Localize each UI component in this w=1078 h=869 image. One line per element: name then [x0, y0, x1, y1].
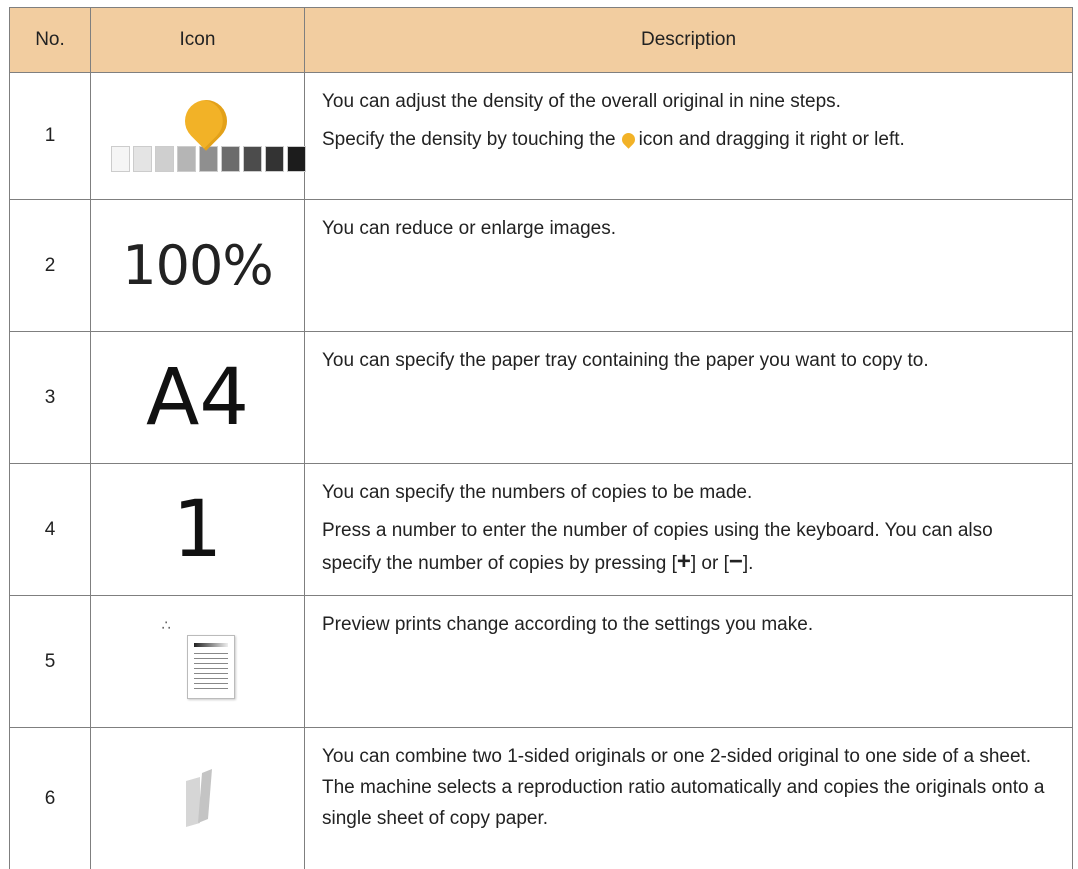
row-description-part: ] or [ — [691, 553, 729, 574]
row-description: Preview prints change according to the s… — [322, 609, 1056, 640]
header-description: Description — [305, 8, 1073, 73]
table-row: 3 A4 You can specify the paper tray cont… — [10, 332, 1073, 464]
row-description: You can specify the numbers of copies to… — [322, 477, 1056, 508]
plus-icon: + — [677, 548, 691, 575]
table-row: 2 100% You can reduce or enlarge images. — [10, 200, 1073, 332]
row-description-part: ]. — [743, 553, 754, 574]
table-row: 6 You can combine two 1-sided originals … — [10, 728, 1073, 869]
density-step — [287, 146, 306, 172]
row-number: 4 — [10, 464, 91, 596]
density-step — [199, 146, 218, 172]
row-number: 3 — [10, 332, 91, 464]
density-pin-icon — [619, 130, 637, 148]
density-step — [221, 146, 240, 172]
zoom-ratio-icon: 100% — [122, 234, 272, 297]
density-step — [133, 146, 152, 172]
density-step — [265, 146, 284, 172]
density-step — [177, 146, 196, 172]
paper-size-icon: A4 — [146, 353, 249, 443]
preview-icon: ∴ — [143, 617, 253, 707]
density-pin-icon — [176, 91, 235, 150]
row-description: You can specify the paper tray containin… — [322, 345, 1056, 376]
density-step — [155, 146, 174, 172]
header-no: No. — [10, 8, 91, 73]
row-description-part: Specify the density by touching the — [322, 129, 616, 150]
row-description: You can combine two 1-sided originals or… — [322, 741, 1056, 834]
copy-count-icon: 1 — [173, 485, 223, 575]
density-slider-icon — [98, 96, 298, 176]
row-description-part: icon and dragging it right or left. — [639, 129, 905, 150]
row-number: 2 — [10, 200, 91, 332]
row-description-part: Press a number to enter the number of co… — [322, 520, 993, 574]
table-row: 5 ∴ — [10, 596, 1073, 728]
dots-icon: ∴ — [162, 617, 171, 634]
header-icon: Icon — [91, 8, 305, 73]
table-header-row: No. Icon Description — [10, 8, 1073, 73]
page-preview-icon — [187, 635, 235, 699]
row-description: You can reduce or enlarge images. — [322, 213, 1056, 244]
row-description: You can adjust the density of the overal… — [322, 86, 1056, 117]
icon-description-table: No. Icon Description 1 You can adjust th… — [9, 7, 1073, 869]
table-row: 4 1 You can specify the numbers of copie… — [10, 464, 1073, 596]
density-step — [243, 146, 262, 172]
density-step — [111, 146, 130, 172]
row-number: 1 — [10, 73, 91, 200]
row-number: 6 — [10, 728, 91, 869]
minus-icon: − — [729, 548, 743, 575]
table-row: 1 You can adjust the density of the over… — [10, 73, 1073, 200]
row-number: 5 — [10, 596, 91, 728]
combine-pages-icon — [158, 759, 238, 839]
